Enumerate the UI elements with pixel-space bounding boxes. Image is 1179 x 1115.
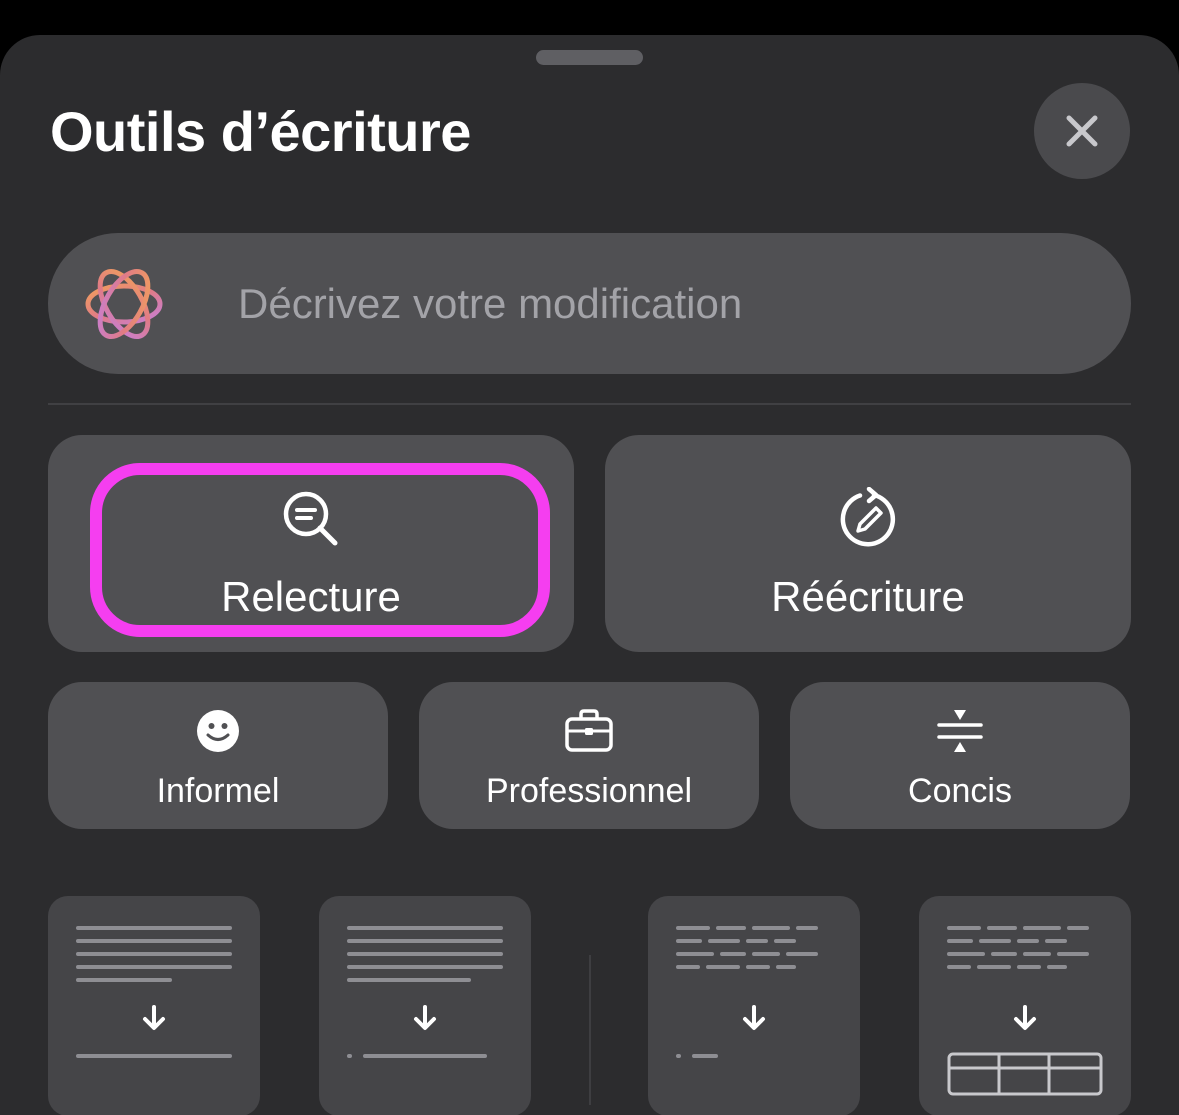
key-points-doc-icon	[347, 926, 503, 1058]
rewrite-button[interactable]: Réécriture	[605, 435, 1131, 652]
sheet-title: Outils d’écriture	[50, 100, 471, 163]
table-button[interactable]	[919, 896, 1131, 1115]
summary-button[interactable]	[48, 896, 260, 1115]
professional-button[interactable]: Professionnel	[419, 682, 759, 829]
table-doc-icon	[947, 926, 1103, 1096]
friendly-button[interactable]: Informel	[48, 682, 388, 829]
writing-tools-sheet: Outils d’écriture Décrivez votre modific…	[0, 35, 1179, 1115]
summary-doc-icon	[76, 926, 232, 1058]
rewrite-pencil-icon	[840, 487, 896, 547]
friendly-label: Informel	[156, 772, 280, 810]
professional-label: Professionnel	[485, 772, 692, 810]
close-button[interactable]	[1034, 83, 1130, 179]
proofread-highlight-outline	[90, 463, 550, 637]
compress-icon	[937, 710, 983, 752]
concise-button[interactable]: Concis	[790, 682, 1130, 829]
format-tools-separator	[589, 955, 591, 1105]
briefcase-icon	[565, 709, 613, 752]
key-points-button[interactable]	[319, 896, 531, 1115]
describe-change-placeholder: Décrivez votre modification	[238, 280, 743, 327]
sheet-grabber[interactable]	[536, 50, 643, 65]
describe-change-input[interactable]: Décrivez votre modification	[48, 233, 1131, 374]
rewrite-label: Réécriture	[771, 573, 965, 620]
list-button[interactable]	[648, 896, 860, 1115]
close-icon	[1066, 115, 1098, 147]
list-doc-icon	[676, 926, 818, 1058]
apple-intelligence-icon	[85, 269, 163, 339]
smiley-icon	[197, 710, 239, 752]
concise-label: Concis	[908, 772, 1012, 810]
section-divider	[48, 403, 1131, 405]
